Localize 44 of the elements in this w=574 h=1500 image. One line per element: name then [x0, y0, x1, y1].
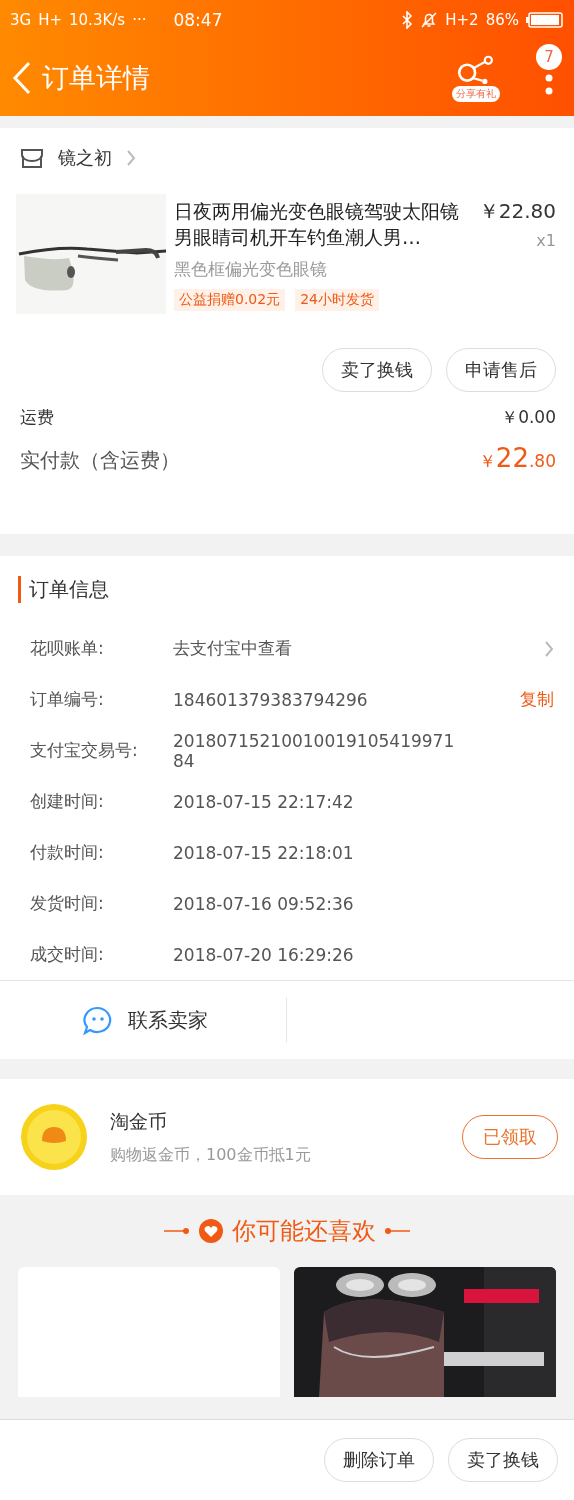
action-button[interactable]: 删除订单	[324, 1438, 434, 1482]
quantity: x1	[536, 231, 556, 250]
product-variant: 黑色框偏光变色眼镜	[174, 258, 328, 281]
action-button[interactable]: 卖了换钱	[322, 348, 432, 392]
clock: 08:47	[173, 10, 223, 30]
info-value: 2018071521001001910541997184	[173, 730, 456, 771]
status-text: H+	[38, 11, 63, 29]
copy-link[interactable]: 复制	[520, 688, 554, 711]
product-title[interactable]: 日夜两用偏光变色眼镜驾驶太阳镜男眼睛司机开车钓鱼潮人男…	[174, 198, 471, 250]
page-title: 订单详情	[42, 61, 151, 95]
section-title: 你可能还喜欢	[232, 1216, 376, 1247]
action-button[interactable]: 申请售后	[446, 348, 556, 392]
status-text: H+2	[445, 11, 479, 29]
info-value: 2018-07-16 09:52:36	[173, 893, 355, 914]
coin-title: 淘金币	[110, 1108, 168, 1134]
status-text: 10.3K/s	[69, 11, 126, 29]
paid-label: 实付款（含运费）	[20, 447, 180, 474]
tag: 公益捐赠0.02元	[174, 289, 286, 311]
info-value: 2018-07-15 22:17:42	[173, 791, 355, 812]
status-text: ···	[132, 11, 147, 29]
info-label: 付款时间:	[30, 841, 105, 864]
info-value: 2018-07-15 22:18:01	[173, 842, 355, 863]
info-label: 发货时间:	[30, 892, 105, 915]
product-price: ￥22.80	[478, 198, 556, 225]
shipping-fee: ￥0.00	[501, 406, 556, 429]
shipping-label: 运费	[20, 406, 54, 429]
status-text: 3G	[10, 11, 32, 29]
info-label: 花呗账单:	[30, 637, 105, 660]
paid-amount: ￥22.80	[478, 443, 556, 473]
battery-percent: 86%	[485, 11, 519, 29]
info-label: 支付宝交易号:	[30, 739, 139, 762]
info-value: 2018-07-20 16:29:26	[173, 944, 355, 965]
info-label: 订单编号:	[30, 688, 105, 711]
coin-subtitle: 购物返金币，100金币抵1元	[110, 1144, 312, 1166]
tag: 24小时发货	[295, 289, 379, 311]
action-button[interactable]: 卖了换钱	[448, 1438, 558, 1482]
info-value: 184601379383794296	[173, 689, 369, 710]
contact-seller-button[interactable]: 联系卖家	[76, 1004, 286, 1036]
info-label: 成交时间:	[30, 943, 105, 966]
info-value[interactable]: 去支付宝中查看	[173, 637, 544, 660]
section-title: 订单信息	[18, 576, 574, 603]
shop-name[interactable]: 镜之初	[58, 146, 112, 170]
info-label: 创建时间:	[30, 790, 105, 813]
notification-badge: 7	[536, 44, 562, 70]
